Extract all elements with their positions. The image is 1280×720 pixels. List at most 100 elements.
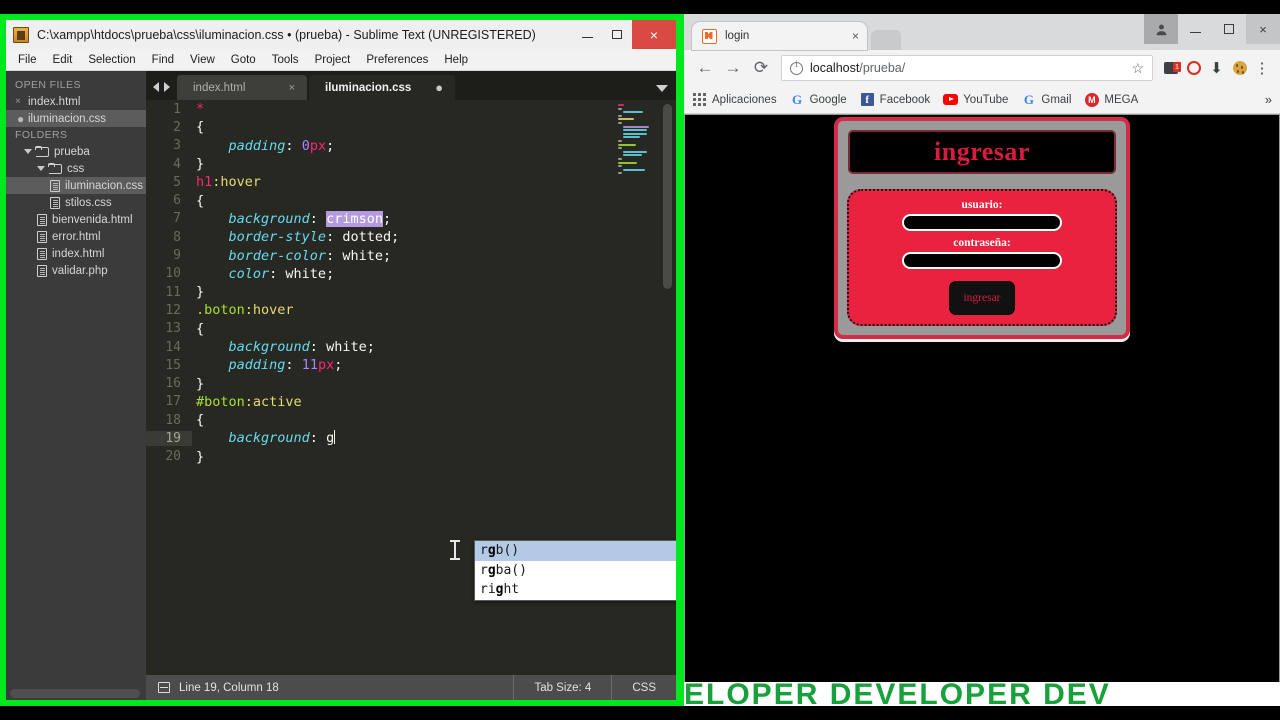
menu-file[interactable]: File xyxy=(10,52,45,68)
bookmark-label: Gmail xyxy=(1041,93,1072,106)
menu-edit[interactable]: Edit xyxy=(45,52,81,68)
info-icon[interactable] xyxy=(790,60,803,75)
close-icon[interactable]: × xyxy=(846,29,859,43)
arrow-left-icon[interactable] xyxy=(153,82,159,92)
download-icon[interactable]: ⬇ xyxy=(1205,59,1228,77)
line-number: 15 xyxy=(165,357,181,373)
bookmark-facebook[interactable]: f Facebook xyxy=(860,93,931,106)
bookmark-youtube[interactable]: YouTube xyxy=(943,94,1008,106)
menu-preferences[interactable]: Preferences xyxy=(358,52,436,68)
menu-view[interactable]: View xyxy=(182,52,223,68)
folder-label: prueba xyxy=(54,145,90,158)
open-file-iluminacion-css[interactable]: ● iluminacion.css xyxy=(6,110,146,127)
sidebar-scroll: OPEN FILES × index.html ● iluminacion.cs… xyxy=(6,71,146,687)
bookmark-star-icon[interactable]: ☆ xyxy=(1131,60,1144,77)
file-icon xyxy=(37,230,47,243)
menu-project[interactable]: Project xyxy=(307,52,359,68)
extension-badge-icon[interactable]: 1 xyxy=(1159,61,1182,74)
page-viewport: ingresar usuario: contraseña: ingresar V… xyxy=(684,114,1280,706)
bookmark-mega[interactable]: M MEGA xyxy=(1084,92,1138,107)
chevron-down-icon[interactable] xyxy=(656,85,668,92)
url-path: /prueba/ xyxy=(859,61,906,75)
unsaved-dot-icon: ● xyxy=(17,111,25,126)
autocomplete-item-rgba[interactable]: r g ba() xyxy=(475,561,676,581)
menu-help[interactable]: Help xyxy=(436,52,476,68)
menu-tools[interactable]: Tools xyxy=(264,52,307,68)
close-button[interactable]: × xyxy=(632,20,676,49)
watermark-text: VELOPER DEVELOPER DEV xyxy=(684,682,1111,706)
code-area[interactable]: 1 * 2{ 3 padding: 0px; 4} 5 h1:hover 6{ 7 … xyxy=(146,100,676,675)
tab-size[interactable]: Tab Size: 4 xyxy=(513,675,611,700)
cookie-icon[interactable] xyxy=(1228,61,1251,75)
arrow-right-icon[interactable] xyxy=(164,82,170,92)
autocomplete-popup[interactable]: r g b() r g ba() ri g ht xyxy=(474,540,676,601)
menu-selection[interactable]: Selection xyxy=(80,52,143,68)
file-validar-php[interactable]: validar.php xyxy=(6,262,146,279)
status-bar: Line 19, Column 18 Tab Size: 4 CSS xyxy=(146,675,676,700)
file-stilos-css[interactable]: stilos.css xyxy=(6,194,146,211)
submit-row: ingresar xyxy=(849,275,1115,315)
maximize-button[interactable] xyxy=(602,20,632,49)
close-icon[interactable]: × xyxy=(15,96,28,107)
file-bienvenida-html[interactable]: bienvenida.html xyxy=(6,211,146,228)
autocomplete-item-right[interactable]: ri g ht xyxy=(475,580,676,600)
file-label: bienvenida.html xyxy=(52,213,133,226)
minimize-button[interactable] xyxy=(1178,14,1212,44)
file-iluminacion-css[interactable]: iluminacion.css xyxy=(6,177,146,194)
file-label: index.html xyxy=(52,247,105,260)
menu-find[interactable]: Find xyxy=(144,52,182,68)
adblock-icon[interactable] xyxy=(1182,61,1205,75)
file-error-html[interactable]: error.html xyxy=(6,228,146,245)
developer-watermark: VELOPER DEVELOPER DEV xyxy=(684,682,1280,706)
tab-label: iluminacion.css xyxy=(325,81,412,94)
autocomplete-item-rgb[interactable]: r g b() xyxy=(475,541,676,561)
scrollbar-thumb[interactable] xyxy=(10,689,140,698)
sublime-inner: C:\xampp\htdocs\prueba\css\iluminacion.c… xyxy=(6,20,676,700)
line-text: border-style: dotted; xyxy=(228,229,400,246)
editor-pane: index.html × iluminacion.css ● 1 * 2{ 3 p… xyxy=(146,71,676,700)
apps-grid-icon xyxy=(692,93,707,106)
line-text: background: crimson; xyxy=(228,210,392,227)
code-line: 18 { xyxy=(146,411,676,429)
profile-avatar-icon[interactable] xyxy=(1144,14,1178,44)
bookmark-aplicaciones[interactable]: Aplicaciones xyxy=(692,93,777,106)
screen: C:\xampp\htdocs\prueba\css\iluminacion.c… xyxy=(0,0,1280,720)
chrome-menu-button[interactable]: ⋮ xyxy=(1251,59,1273,77)
folder-prueba[interactable]: prueba xyxy=(6,143,146,160)
forward-button[interactable]: → xyxy=(719,58,747,78)
minimize-button[interactable] xyxy=(572,20,602,49)
contrasena-input[interactable] xyxy=(902,252,1062,269)
new-tab-button[interactable] xyxy=(871,30,901,50)
address-bar[interactable]: localhost /prueba/ ☆ xyxy=(781,55,1153,81)
open-file-label: iluminacion.css xyxy=(28,112,106,125)
reload-button[interactable]: ⟳ xyxy=(747,58,775,78)
back-button[interactable]: ← xyxy=(691,58,719,78)
code-line: 2{ xyxy=(146,118,676,136)
line-text: #boton:active xyxy=(196,393,302,410)
bookmark-google[interactable]: G Google xyxy=(790,92,847,108)
usuario-input[interactable] xyxy=(902,214,1062,231)
bookmark-label: Facebook xyxy=(879,93,931,106)
sidebar-horizontal-scrollbar[interactable] xyxy=(6,687,146,700)
ingresar-button[interactable]: ingresar xyxy=(949,281,1015,315)
minimap[interactable] xyxy=(614,104,658,224)
syntax-mode[interactable]: CSS xyxy=(611,675,676,700)
editor-scrollbar[interactable] xyxy=(663,104,672,289)
folder-css[interactable]: css xyxy=(6,160,146,177)
close-icon[interactable]: × xyxy=(289,82,295,94)
line-text: background: g xyxy=(228,430,336,447)
menu-goto[interactable]: Goto xyxy=(223,52,264,68)
chevron-down-icon xyxy=(37,166,45,171)
browser-tab-login[interactable]: login × xyxy=(692,22,867,50)
file-index-html[interactable]: index.html xyxy=(6,245,146,262)
editor-tab-bar: index.html × iluminacion.css ● xyxy=(146,71,676,100)
close-button[interactable]: × xyxy=(1246,14,1280,44)
bookmark-gmail[interactable]: G Gmail xyxy=(1021,92,1072,108)
tab-scroll-arrows[interactable] xyxy=(146,82,177,100)
bookmarks-overflow-icon[interactable]: » xyxy=(1265,92,1272,107)
usuario-label: usuario: xyxy=(961,199,1003,211)
tab-index-html[interactable]: index.html × xyxy=(177,75,307,100)
tab-iluminacion-css[interactable]: iluminacion.css ● xyxy=(309,75,456,100)
open-file-index-html[interactable]: × index.html xyxy=(6,93,146,110)
maximize-button[interactable] xyxy=(1212,14,1246,44)
